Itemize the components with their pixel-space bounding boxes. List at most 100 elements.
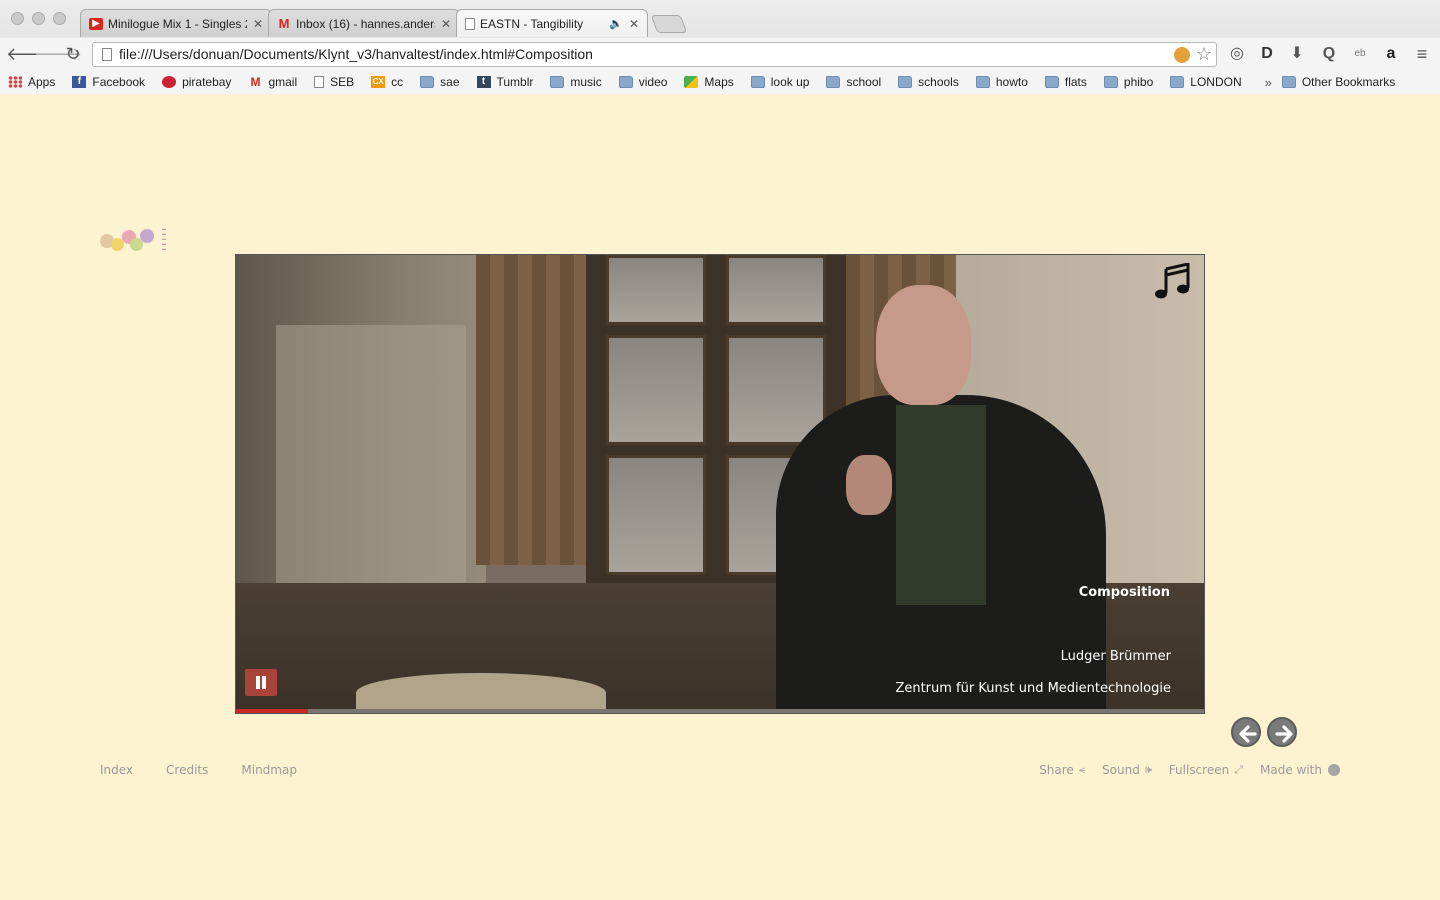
extension-amazon-icon[interactable]: a bbox=[1381, 45, 1401, 63]
tab-youtube[interactable]: ▶ Minilogue Mix 1 - Singles 2 ✕ bbox=[80, 9, 272, 37]
tab-eastn[interactable]: EASTN - Tangibility 🔈 ✕ bbox=[456, 9, 648, 37]
klynt-logo-icon bbox=[1328, 764, 1340, 776]
previous-arrow-button[interactable] bbox=[1231, 717, 1261, 747]
credits-link[interactable]: Credits bbox=[166, 763, 208, 777]
extension-search-icon[interactable]: Q bbox=[1319, 45, 1339, 63]
tab-strip: ▶ Minilogue Mix 1 - Singles 2 ✕ M Inbox … bbox=[80, 9, 688, 37]
tab-close-icon[interactable]: ✕ bbox=[253, 17, 263, 31]
bookmark-maps[interactable]: Maps bbox=[684, 75, 734, 89]
bookmark-schools[interactable]: schools bbox=[898, 75, 959, 89]
speaker-icon[interactable]: 🔈 bbox=[609, 17, 623, 30]
share-label: Share bbox=[1039, 763, 1074, 777]
blocked-content-icon[interactable] bbox=[1174, 47, 1190, 63]
close-window-button[interactable] bbox=[11, 12, 24, 25]
extension-d-icon[interactable]: D bbox=[1257, 45, 1277, 63]
folder-icon bbox=[1281, 76, 1296, 88]
sound-label: Sound bbox=[1102, 763, 1140, 777]
bookmark-video[interactable]: video bbox=[618, 75, 667, 89]
made-with-link[interactable]: Made with bbox=[1260, 763, 1340, 777]
folder-icon bbox=[550, 76, 565, 88]
bookmark-label: Tumblr bbox=[496, 75, 534, 89]
share-button[interactable]: Share ⪪ bbox=[1039, 763, 1085, 777]
bookmark-label: Apps bbox=[28, 75, 56, 89]
made-with-label: Made with bbox=[1260, 763, 1322, 777]
video-player[interactable]: Composition Ludger Brümmer Zentrum für K… bbox=[235, 254, 1205, 714]
bookmark-apps[interactable]: Apps bbox=[8, 75, 55, 89]
logo-dot bbox=[140, 229, 154, 243]
window-controls bbox=[11, 12, 66, 25]
folder-icon bbox=[1170, 76, 1185, 88]
apps-icon bbox=[8, 76, 22, 88]
arrow-left-icon bbox=[1239, 725, 1257, 743]
chapter-title[interactable]: Composition bbox=[1079, 585, 1170, 600]
tab-title: Inbox (16) - hannes.anders bbox=[296, 16, 435, 31]
bookmark-look-up[interactable]: look up bbox=[750, 75, 809, 89]
fullscreen-button[interactable]: Fullscreen ⤢ bbox=[1169, 763, 1243, 777]
next-arrow-button[interactable] bbox=[1267, 717, 1297, 747]
page-icon bbox=[314, 76, 325, 88]
cx-icon: CX bbox=[371, 76, 386, 88]
index-link[interactable]: Index bbox=[100, 763, 133, 777]
bookmark-piratebay[interactable]: piratebay bbox=[162, 75, 231, 89]
extension-save-icon[interactable]: ⬇ bbox=[1287, 45, 1307, 63]
bookmark-seb[interactable]: SEB bbox=[314, 75, 354, 89]
bookmark-school[interactable]: school bbox=[826, 75, 881, 89]
folder-icon bbox=[826, 76, 841, 88]
zoom-window-button[interactable] bbox=[53, 12, 66, 25]
minimize-window-button[interactable] bbox=[32, 12, 45, 25]
bookmark-label: LONDON bbox=[1190, 75, 1242, 89]
bookmark-label: Maps bbox=[704, 75, 734, 89]
window-pane bbox=[606, 335, 706, 445]
bookmark-howto[interactable]: howto bbox=[975, 75, 1028, 89]
window-pane bbox=[606, 255, 706, 325]
piratebay-icon bbox=[162, 76, 177, 88]
bookmark-phibo[interactable]: phibo bbox=[1103, 75, 1153, 89]
gmail-icon: M bbox=[278, 16, 290, 31]
share-icon: ⪪ bbox=[1078, 763, 1086, 776]
bookmark-flats[interactable]: flats bbox=[1044, 75, 1087, 89]
address-bar[interactable]: file:///Users/donuan/Documents/Klynt_v3/… bbox=[92, 42, 1217, 67]
bookmark-cc[interactable]: CX cc bbox=[371, 75, 403, 89]
more-bookmarks-button[interactable]: » bbox=[1265, 75, 1272, 90]
bookmark-gmail[interactable]: Mgmail bbox=[248, 75, 297, 89]
reload-icon[interactable]: ↻ bbox=[62, 43, 84, 65]
bookmark-facebook[interactable]: f Facebook bbox=[72, 75, 145, 89]
extension-ebay-icon[interactable]: eb bbox=[1350, 45, 1370, 63]
sound-button[interactable]: Sound 🕪 bbox=[1102, 763, 1152, 777]
speaker-name: Ludger Brümmer bbox=[1060, 649, 1171, 664]
menu-icon[interactable]: ≡ bbox=[1412, 45, 1432, 63]
music-note-icon[interactable] bbox=[1152, 263, 1192, 299]
bookmark-label: flats bbox=[1064, 75, 1087, 89]
bookmark-london[interactable]: LONDON bbox=[1170, 75, 1242, 89]
bookmark-sae[interactable]: sae bbox=[420, 75, 460, 89]
forward-arrow-icon[interactable]: 🡒 bbox=[34, 43, 82, 65]
arrow-right-icon bbox=[1275, 725, 1293, 743]
bookmark-other-bookmarks[interactable]: Other Bookmarks bbox=[1281, 75, 1395, 89]
extension-download-icon[interactable]: ◎ bbox=[1227, 45, 1247, 63]
logo-caption: ▬ ▬ ▬ ▬ ▬ bbox=[162, 226, 166, 251]
folder-icon bbox=[1044, 76, 1059, 88]
eastn-logo[interactable]: ▬ ▬ ▬ ▬ ▬ bbox=[100, 226, 180, 252]
gmail-icon: M bbox=[250, 75, 261, 89]
footer-nav: Index Credits Mindmap bbox=[100, 763, 330, 777]
bookmark-music[interactable]: music bbox=[550, 75, 602, 89]
bookmark-star-icon[interactable]: ☆ bbox=[1196, 43, 1212, 66]
bookmark-tumblr[interactable]: t Tumblr bbox=[476, 75, 534, 89]
bookmark-label: howto bbox=[995, 75, 1028, 89]
tab-close-icon[interactable]: ✕ bbox=[441, 17, 451, 31]
folder-icon bbox=[750, 76, 765, 88]
folder-icon bbox=[618, 76, 633, 88]
url-text: file:///Users/donuan/Documents/Klynt_v3/… bbox=[119, 46, 593, 62]
progress-fill bbox=[236, 709, 308, 713]
mindmap-link[interactable]: Mindmap bbox=[241, 763, 297, 777]
youtube-icon: ▶ bbox=[89, 17, 103, 30]
bookmark-label: Facebook bbox=[92, 75, 146, 89]
pause-button[interactable] bbox=[245, 669, 277, 696]
new-tab-button[interactable] bbox=[650, 15, 688, 33]
tumblr-icon: t bbox=[476, 76, 491, 88]
tab-close-icon[interactable]: ✕ bbox=[629, 17, 639, 31]
bookmark-label: gmail bbox=[268, 75, 298, 89]
progress-bar[interactable] bbox=[236, 709, 1204, 713]
tab-gmail[interactable]: M Inbox (16) - hannes.anders ✕ bbox=[268, 9, 460, 37]
back-arrow-icon[interactable]: 🡐 bbox=[6, 43, 54, 65]
